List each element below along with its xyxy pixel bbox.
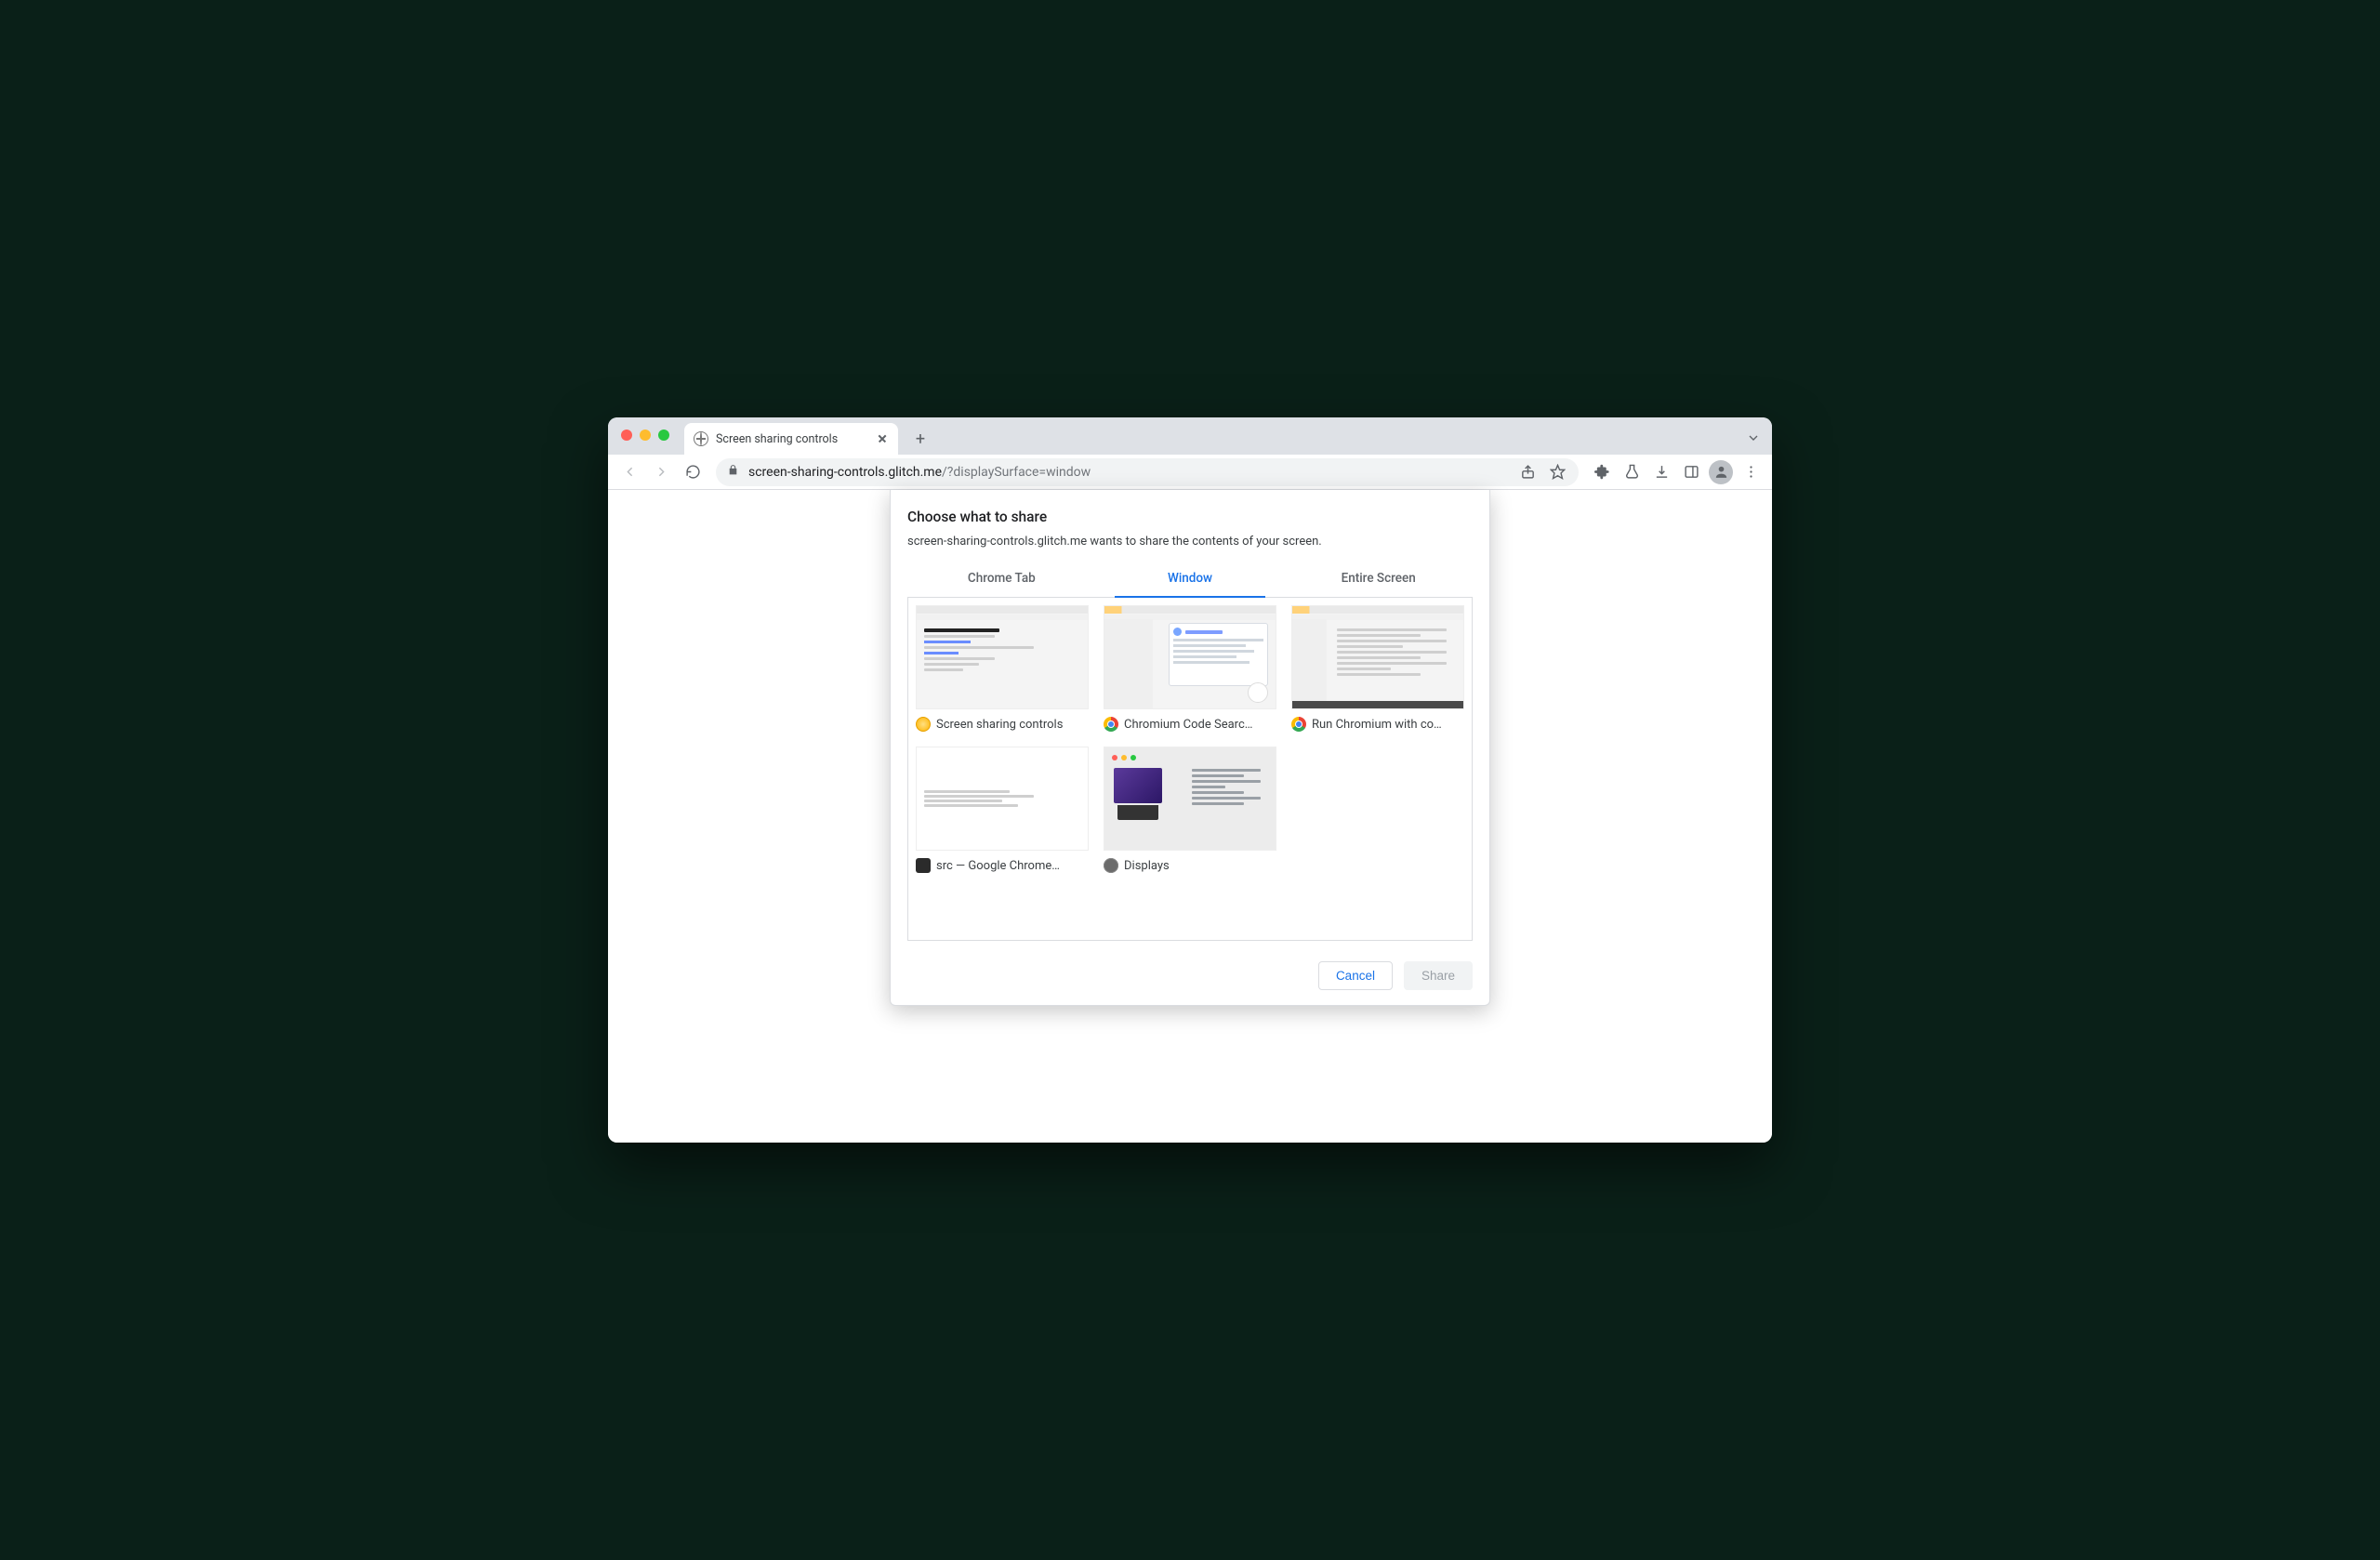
toolbar: screen-sharing-controls.glitch.me/?displ… [608,455,1772,490]
url-host: screen-sharing-controls.glitch.me [748,465,942,480]
dialog-subtitle: screen-sharing-controls.glitch.me wants … [907,535,1473,549]
back-button[interactable] [615,458,643,486]
close-icon[interactable] [876,432,889,445]
share-button[interactable]: Share [1404,961,1473,990]
downloads-icon[interactable] [1647,458,1675,486]
window-option[interactable]: Chromium Code Searc… [1104,605,1276,732]
window-preview [1104,605,1276,709]
app-icon [1104,858,1118,873]
profile-button[interactable] [1707,458,1735,486]
screen-share-dialog: Choose what to share screen-sharing-cont… [890,490,1490,1006]
window-option[interactable]: Run Chromium with co… [1291,605,1464,732]
globe-icon [694,431,708,446]
window-preview [1291,605,1464,709]
browser-window: Screen sharing controls + screen-sharing… [608,417,1772,1143]
window-option-label: Run Chromium with co… [1312,718,1442,732]
reload-button[interactable] [679,458,707,486]
window-option-label: src — Google Chrome… [936,859,1060,873]
url-text: screen-sharing-controls.glitch.me/?displ… [748,465,1091,480]
window-preview [916,605,1089,709]
window-option-label: Chromium Code Searc… [1124,718,1252,732]
kebab-menu-icon[interactable] [1737,458,1765,486]
share-page-icon[interactable] [1517,462,1538,483]
tab-overflow-button[interactable] [1746,430,1761,449]
url-path: /?displaySurface=window [942,465,1091,480]
dialog-actions: Cancel Share [907,961,1473,990]
bookmark-star-icon[interactable] [1547,462,1567,483]
window-option-label: Screen sharing controls [936,718,1063,732]
toolbar-right [1588,458,1765,486]
share-options-panel: Screen sharing controls [907,597,1473,941]
window-thumbnail-grid: Screen sharing controls [916,605,1464,873]
app-icon [916,858,931,873]
lock-icon [727,464,739,480]
cancel-button[interactable]: Cancel [1318,961,1393,990]
window-option[interactable]: Displays [1104,747,1276,873]
window-option[interactable]: src — Google Chrome… [916,747,1089,873]
window-option[interactable]: Screen sharing controls [916,605,1089,732]
tab-title: Screen sharing controls [716,432,838,446]
dialog-title: Choose what to share [907,509,1473,525]
tab-window[interactable]: Window [1096,562,1285,597]
window-minimize-button[interactable] [640,430,651,441]
side-panel-icon[interactable] [1677,458,1705,486]
window-option-label: Displays [1124,859,1170,873]
share-surface-tabs: Chrome Tab Window Entire Screen [907,562,1473,598]
labs-icon[interactable] [1618,458,1646,486]
window-preview [916,747,1089,851]
app-icon [1104,717,1118,732]
window-close-button[interactable] [621,430,632,441]
app-icon [916,717,931,732]
window-controls [621,430,669,441]
forward-button[interactable] [647,458,675,486]
window-preview [1104,747,1276,851]
tab-chrome-tab[interactable]: Chrome Tab [907,562,1096,597]
avatar-icon [1709,460,1733,484]
extensions-icon[interactable] [1588,458,1616,486]
page-content: Choose what to share screen-sharing-cont… [608,490,1772,1143]
window-zoom-button[interactable] [658,430,669,441]
browser-tab[interactable]: Screen sharing controls [684,423,898,455]
tab-strip: Screen sharing controls + [608,417,1772,455]
address-bar[interactable]: screen-sharing-controls.glitch.me/?displ… [716,458,1579,486]
app-icon [1291,717,1306,732]
tab-entire-screen[interactable]: Entire Screen [1284,562,1473,597]
new-tab-button[interactable]: + [907,426,933,452]
